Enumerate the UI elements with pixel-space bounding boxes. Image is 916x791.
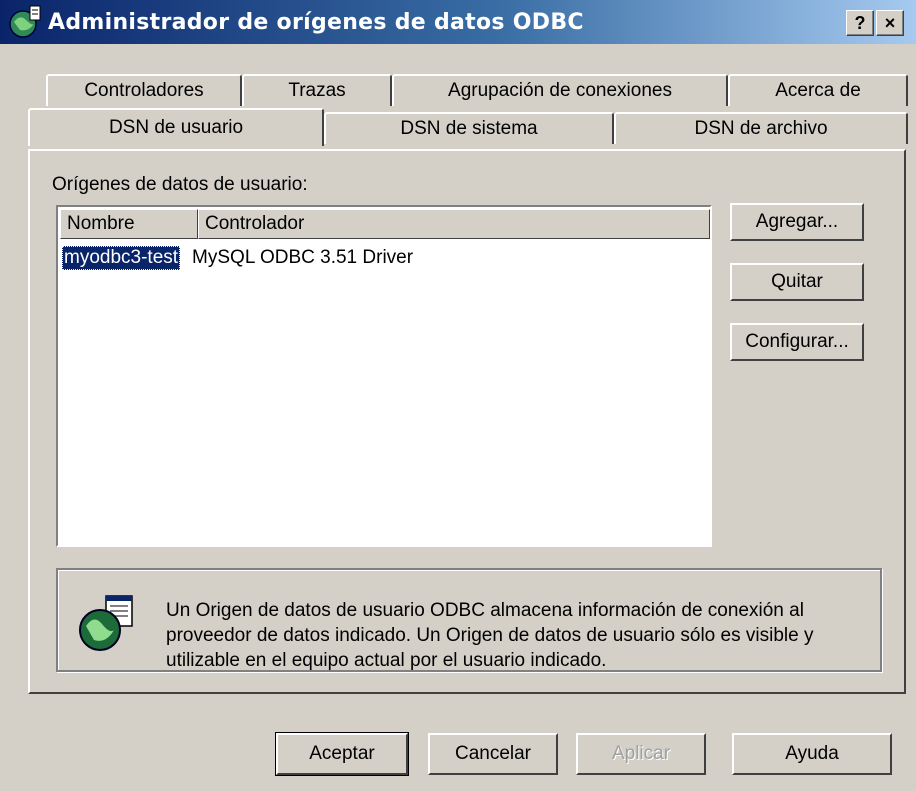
dsn-list[interactable]: Nombre Controlador myodbc3-test MySQL OD… — [56, 205, 712, 547]
window-title: Administrador de orígenes de datos ODBC — [48, 9, 584, 35]
tab-label: DSN de archivo — [694, 118, 828, 139]
datasource-globe-icon — [76, 594, 136, 654]
title-bar[interactable]: Administrador de orígenes de datos ODBC … — [0, 0, 916, 44]
cancel-button[interactable]: Cancelar — [428, 733, 558, 775]
ok-button[interactable]: Aceptar — [275, 732, 409, 776]
tab-label: Trazas — [288, 80, 346, 101]
tab-label: DSN de sistema — [400, 118, 538, 139]
configure-button[interactable]: Configurar... — [730, 323, 864, 361]
tab-label: Agrupación de conexiones — [448, 80, 672, 101]
help-icon: ? — [854, 13, 866, 33]
list-header: Nombre Controlador — [60, 209, 710, 239]
help-title-button[interactable]: ? — [846, 10, 874, 36]
tab-label: DSN de usuario — [108, 117, 244, 138]
tab-label: Acerca de — [775, 80, 861, 101]
list-item[interactable]: myodbc3-test MySQL ODBC 3.51 Driver — [60, 245, 413, 271]
tab-label: Controladores — [84, 80, 204, 101]
button-label: Cancelar — [454, 743, 532, 764]
tab-dsn-sistema[interactable]: DSN de sistema — [324, 112, 614, 144]
button-label: Quitar — [771, 271, 823, 292]
tab-dsn-usuario[interactable]: DSN de usuario — [28, 108, 324, 146]
column-header-nombre[interactable]: Nombre — [60, 209, 198, 239]
tab-acerca-de[interactable]: Acerca de — [728, 74, 908, 106]
apply-button[interactable]: Aplicar — [576, 733, 706, 775]
info-text: Un Origen de datos de usuario ODBC almac… — [166, 600, 814, 671]
remove-button[interactable]: Quitar — [730, 263, 864, 301]
tab-dsn-archivo[interactable]: DSN de archivo — [614, 112, 908, 144]
button-label: Configurar... — [745, 331, 849, 352]
button-label: Ayuda — [785, 743, 839, 764]
info-box: Un Origen de datos de usuario ODBC almac… — [56, 568, 882, 672]
button-label: Aceptar — [309, 743, 375, 764]
help-button[interactable]: Ayuda — [732, 733, 892, 775]
tab-agrupacion-conexiones[interactable]: Agrupación de conexiones — [392, 74, 728, 106]
button-label: Agregar... — [755, 211, 839, 232]
tab-trazas[interactable]: Trazas — [242, 74, 392, 106]
odbc-globe-icon — [8, 4, 44, 40]
section-label: Orígenes de datos de usuario: — [52, 174, 308, 195]
dsn-driver: MySQL ODBC 3.51 Driver — [192, 247, 414, 268]
close-button[interactable]: × — [876, 10, 904, 36]
tab-controladores[interactable]: Controladores — [46, 74, 242, 106]
dsn-name[interactable]: myodbc3-test — [62, 246, 181, 270]
button-label: Aplicar — [611, 743, 671, 764]
close-icon: × — [884, 13, 896, 33]
column-header-controlador[interactable]: Controlador — [198, 209, 710, 239]
add-button[interactable]: Agregar... — [730, 203, 864, 241]
